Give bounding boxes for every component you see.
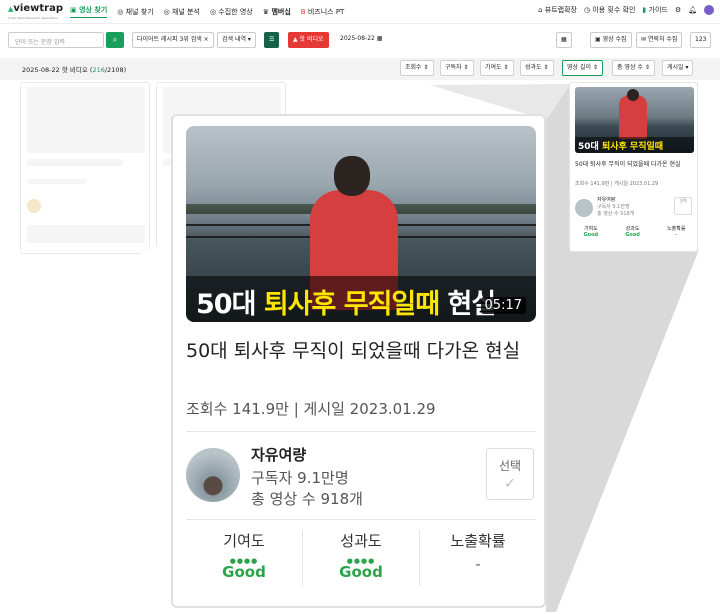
channel-name[interactable]: 자유여량	[251, 444, 306, 465]
thumbnail-caption: 50대 퇴사후 무직일때 현실	[196, 289, 496, 320]
mini-meta: 조회수 141.9만 | 게시일 2023.01.29	[575, 181, 659, 187]
select-checkbox[interactable]: 선택 ✓	[486, 448, 534, 500]
video-thumbnail[interactable]: 50대 퇴사후 무직일때 현실 05:17	[186, 126, 536, 322]
duration-badge: 05:17	[480, 297, 526, 314]
divider	[186, 431, 536, 432]
metric-performance: 성과도 ●●●● Good	[339, 532, 383, 581]
mini-title: 50대 퇴사후 무직이 되었을때 다가온 현실	[575, 161, 681, 168]
zoomed-video-card[interactable]: 50대 퇴사후 무직일때 현실 05:17 50대 퇴사후 무직이 되었을때 다…	[171, 114, 546, 608]
video-title[interactable]: 50대 퇴사후 무직이 되었을때 다가온 현실	[186, 336, 520, 363]
mini-thumbnail: 50대 퇴사후 무직일때	[575, 87, 694, 153]
video-meta: 조회수 141.9만 | 게시일 2023.01.29	[186, 400, 436, 418]
mini-metrics: 기여도 Good 성과도 Good 노출확률 -	[583, 226, 686, 238]
channel-avatar[interactable]	[186, 448, 240, 502]
channel-total-videos: 총 영상 수 918개	[251, 490, 363, 508]
mini-select-box[interactable]: 선택	[674, 197, 692, 215]
source-video-card[interactable]: 50대 퇴사후 무직일때 50대 퇴사후 무직이 되었을때 다가온 현실 조회수…	[569, 82, 698, 252]
channel-subscribers: 구독자 9.1만명	[251, 469, 349, 487]
metric-exposure: 노출확률 -	[450, 532, 506, 573]
divider	[186, 519, 536, 520]
mini-avatar	[575, 199, 593, 217]
metric-contribution: 기여도 ●●●● Good	[222, 532, 266, 581]
mini-channel-info: 자유여량 구독자 9.1만명 총 영상 수 918개	[597, 197, 635, 217]
check-icon: ✓	[504, 476, 516, 492]
